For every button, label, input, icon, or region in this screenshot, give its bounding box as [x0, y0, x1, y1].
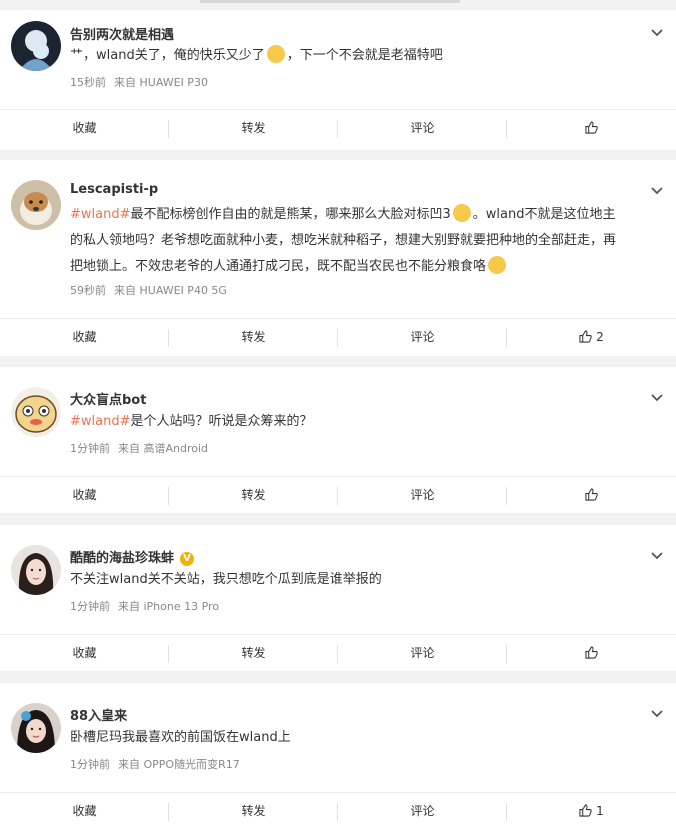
avatar[interactable] [11, 703, 61, 753]
comment-text-part: 是个人站吗？听说是众筹来的？ [130, 414, 313, 429]
like-count: 1 [596, 804, 604, 818]
comment-card: Lescapisti-p #wland#最不配标榜创作自由的就是熊某，哪来那么大… [0, 160, 676, 356]
username[interactable]: 酷酷的海盐珍珠蚌 V [70, 547, 195, 566]
chevron-down-icon[interactable] [650, 26, 664, 40]
comment-text: 不关注wland关不关站，我只想吃个瓜到底是谁举报的 [70, 572, 382, 587]
comment-card: 酷酷的海盐珍珠蚌 V 不关注wland关不关站，我只想吃个瓜到底是谁举报的 1分钟… [0, 525, 676, 671]
post-source: 来自 iPhone 13 Pro [118, 600, 220, 613]
post-time: 1分钟前 [70, 442, 110, 455]
chevron-down-icon[interactable] [650, 707, 664, 721]
comment-meta: 1分钟前 来自 iPhone 13 Pro [70, 598, 219, 614]
comment-card: 大众盲点bot #wland#是个人站吗？听说是众筹来的？ 1分钟前 来自 高谱A… [0, 367, 676, 513]
comment-card: 告别两次就是相遇 艹，wland关了，俺的快乐又少了 ，下一个不会就是老福特吧 1… [0, 10, 676, 150]
comment-meta: 1分钟前 来自 OPPO随光而变R17 [70, 756, 240, 772]
repost-button[interactable]: 转发 [169, 110, 338, 146]
collect-button[interactable]: 收藏 [0, 635, 169, 671]
verified-badge-icon: V [180, 552, 195, 566]
comment-text-part: 把地锁上。不效忠老爷的人通通打成刁民，既不配当农民也不能分粮食咯 [70, 259, 487, 274]
username-text: 酷酷的海盐珍珠蚌 [70, 551, 175, 566]
post-source: 来自 HUAWEI P30 [114, 76, 208, 89]
repost-button[interactable]: 转发 [169, 319, 338, 355]
avatar[interactable] [11, 180, 61, 230]
comment-button[interactable]: 评论 [338, 319, 507, 355]
thumbs-up-icon [585, 646, 598, 659]
collect-button[interactable]: 收藏 [0, 793, 169, 829]
comment-button[interactable]: 评论 [338, 635, 507, 671]
avatar-image [11, 703, 61, 753]
chevron-down-icon[interactable] [650, 549, 664, 563]
avatar-image [11, 387, 61, 437]
username[interactable]: 大众盲点bot [70, 389, 146, 408]
comment-card: 88入皇来 卧槽尼玛我最喜欢的前国饭在wland上 1分钟前 来自 OPPO随光而… [0, 683, 676, 833]
comment-text: #wland#最不配标榜创作自由的就是熊某，哪来那么大脸对标凹3 。wland不就… [70, 202, 670, 280]
like-count: 2 [596, 330, 604, 344]
action-bar: 收藏 转发 评论 [0, 476, 676, 513]
collect-button[interactable]: 收藏 [0, 319, 169, 355]
repost-button[interactable]: 转发 [169, 793, 338, 829]
post-source: 来自 高谱Android [118, 442, 209, 455]
repost-button[interactable]: 转发 [169, 635, 338, 671]
topic-link[interactable]: #wland# [70, 414, 131, 429]
shocked-face-emoji-icon [452, 204, 471, 222]
avatar[interactable] [11, 545, 61, 595]
thumbs-up-icon [579, 804, 592, 817]
thumbs-up-icon [585, 488, 598, 501]
avatar[interactable] [11, 21, 61, 71]
avatar[interactable] [11, 387, 61, 437]
avatar-image [11, 545, 61, 595]
comment-meta: 59秒前 来自 HUAWEI P40 5G [70, 282, 227, 298]
comment-text: #wland#是个人站吗？听说是众筹来的？ [70, 409, 670, 435]
comment-text: 卧槽尼玛我最喜欢的前国饭在wland上 [70, 730, 291, 745]
avatar-image [11, 180, 61, 230]
comment-text-part: ，下一个不会就是老福特吧 [286, 48, 443, 63]
collect-button[interactable]: 收藏 [0, 110, 169, 146]
username[interactable]: 告别两次就是相遇 [70, 24, 174, 43]
comment-meta: 15秒前 来自 HUAWEI P30 [70, 74, 208, 90]
comment-line: 把地锁上。不效忠老爷的人通通打成刁民，既不配当农民也不能分粮食咯 [70, 254, 670, 280]
post-source: 来自 OPPO随光而变R17 [118, 758, 240, 771]
comment-meta: 1分钟前 来自 高谱Android [70, 440, 208, 456]
like-button[interactable]: 2 [507, 319, 676, 355]
like-button[interactable] [507, 635, 676, 671]
comment-line: #wland#最不配标榜创作自由的就是熊某，哪来那么大脸对标凹3 。wland不就… [70, 202, 670, 228]
post-time: 1分钟前 [70, 758, 110, 771]
post-time: 15秒前 [70, 76, 106, 89]
action-bar: 收藏 转发 评论 2 [0, 318, 676, 355]
top-scroll-area [0, 0, 676, 10]
crying-face-emoji-icon [266, 45, 285, 63]
post-time: 59秒前 [70, 284, 106, 297]
repost-button[interactable]: 转发 [169, 477, 338, 513]
comment-text: 艹，wland关了，俺的快乐又少了 ，下一个不会就是老福特吧 [70, 43, 670, 69]
thumbs-up-icon [579, 330, 592, 343]
comment-line: 的私人领地吗？老爷想吃面就种小麦，想吃米就种稻子，想建大别野就要把种地的全部赶走… [70, 233, 617, 248]
post-source: 来自 HUAWEI P40 5G [114, 284, 227, 297]
collect-button[interactable]: 收藏 [0, 477, 169, 513]
comment-button[interactable]: 评论 [338, 477, 507, 513]
username[interactable]: Lescapisti-p [70, 182, 158, 197]
like-button[interactable] [507, 477, 676, 513]
action-bar: 收藏 转发 评论 [0, 634, 676, 671]
sweating-face-emoji-icon [488, 256, 507, 274]
avatar-image [11, 21, 61, 71]
action-bar: 收藏 转发 评论 [0, 109, 676, 146]
scrollbar[interactable] [200, 0, 460, 3]
comment-button[interactable]: 评论 [338, 793, 507, 829]
comment-text-part: 最不配标榜创作自由的就是熊某，哪来那么大脸对标凹3 [130, 207, 451, 222]
post-time: 1分钟前 [70, 600, 110, 613]
thumbs-up-icon [585, 121, 598, 134]
chevron-down-icon[interactable] [650, 184, 664, 198]
like-button[interactable]: 1 [507, 793, 676, 829]
like-button[interactable] [507, 110, 676, 146]
comment-button[interactable]: 评论 [338, 110, 507, 146]
action-bar: 收藏 转发 评论 1 [0, 792, 676, 829]
topic-link[interactable]: #wland# [70, 207, 131, 222]
comment-text-part: 。wland不就是这位地主 [472, 207, 616, 222]
username[interactable]: 88入皇来 [70, 705, 127, 724]
comment-text-part: 艹，wland关了，俺的快乐又少了 [70, 48, 265, 63]
chevron-down-icon[interactable] [650, 391, 664, 405]
